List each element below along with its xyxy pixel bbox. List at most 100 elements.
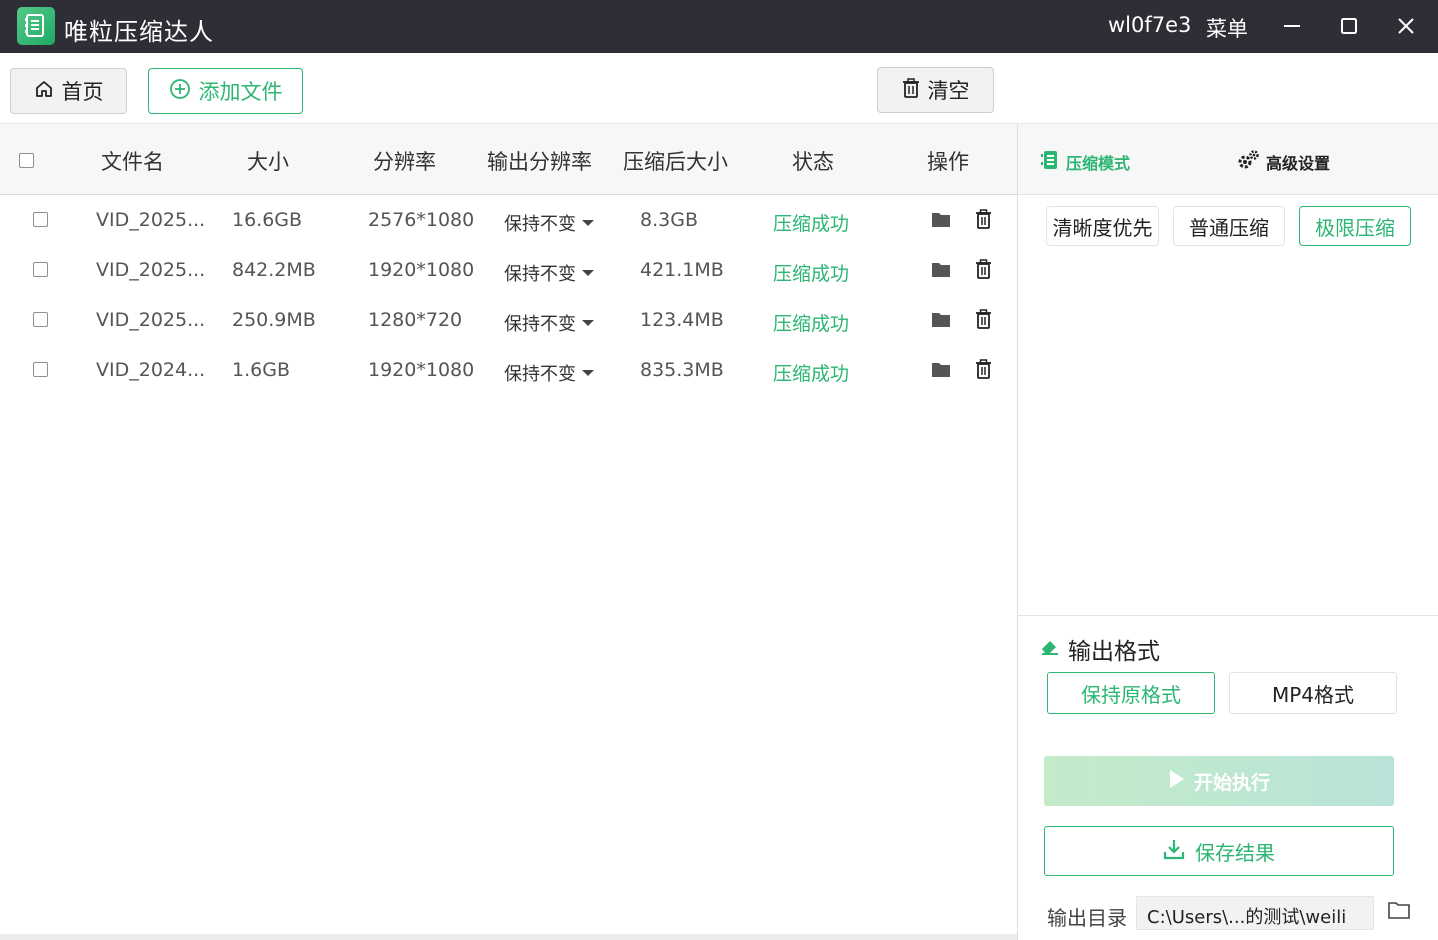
delete-icon[interactable] — [972, 258, 994, 280]
output-resolution-select[interactable]: 保持不变 — [504, 260, 594, 286]
clear-button[interactable]: 清空 — [877, 67, 994, 113]
eraser-icon — [1040, 636, 1060, 662]
output-resolution-select[interactable]: 保持不变 — [504, 360, 594, 386]
save-label: 保存结果 — [1195, 840, 1275, 865]
start-label: 开始执行 — [1193, 771, 1270, 794]
table-row[interactable]: VID_2025... 250.9MB 1280*720 保持不变 123.4M… — [0, 296, 1017, 346]
output-format-label: 输出格式 — [1068, 639, 1160, 665]
status-text: 压缩成功 — [773, 213, 850, 235]
output-format-title: 输出格式 — [1040, 632, 1160, 666]
start-button[interactable]: 开始执行 — [1044, 756, 1394, 806]
gears-icon — [1236, 149, 1260, 175]
header-ops: 操作 — [927, 150, 969, 174]
download-icon — [1163, 838, 1185, 865]
header-size[interactable]: 大小 — [247, 146, 289, 176]
horizontal-scrollbar[interactable] — [0, 934, 1017, 940]
delete-icon[interactable] — [972, 208, 994, 230]
app-title: 唯粒压缩达人 — [64, 18, 214, 46]
file-name: VID_2025... — [96, 209, 206, 231]
home-icon — [34, 79, 54, 104]
delete-icon[interactable] — [972, 358, 994, 380]
output-resolution-value: 保持不变 — [504, 314, 576, 335]
status-text: 压缩成功 — [773, 313, 850, 335]
maximize-icon[interactable] — [1333, 10, 1365, 42]
row-checkbox[interactable] — [33, 312, 48, 327]
toolbar: 首页 添加文件 清空 — [0, 53, 1438, 124]
mode-normal-button[interactable]: 普通压缩 — [1173, 206, 1285, 246]
header-resolution[interactable]: 分辨率 — [373, 146, 436, 176]
output-resolution-select[interactable]: 保持不变 — [504, 310, 594, 336]
file-resolution: 1920*1080 — [368, 259, 475, 281]
file-resolution: 2576*1080 — [368, 209, 475, 231]
folder-icon[interactable] — [930, 308, 952, 330]
tab-advanced-settings[interactable]: 高级设置 — [1236, 149, 1330, 175]
file-table: 文件名 大小 分辨率 输出分辨率 压缩后大小 状态 操作 VID_2025...… — [0, 124, 1018, 940]
tab-compress-mode-label: 压缩模式 — [1066, 154, 1131, 173]
caret-down-icon — [582, 220, 594, 226]
play-icon — [1168, 768, 1186, 795]
row-checkbox[interactable] — [33, 212, 48, 227]
file-name: VID_2025... — [96, 259, 206, 281]
header-status[interactable]: 状态 — [792, 146, 834, 176]
clear-label: 清空 — [927, 79, 970, 103]
trash-icon — [902, 77, 920, 103]
add-file-label: 添加文件 — [198, 80, 283, 104]
compressed-size: 835.3MB — [640, 359, 724, 381]
format-mp4-button[interactable]: MP4格式 — [1229, 672, 1397, 714]
output-dir-input[interactable]: C:\Users\...的测试\weili — [1136, 896, 1374, 930]
select-all-checkbox[interactable] — [19, 153, 34, 168]
file-name: VID_2025... — [96, 309, 206, 331]
home-button[interactable]: 首页 — [10, 68, 127, 114]
file-resolution: 1280*720 — [368, 309, 463, 331]
file-size: 16.6GB — [232, 209, 303, 231]
folder-icon[interactable] — [930, 258, 952, 280]
compress-mode-icon — [1040, 149, 1060, 175]
file-resolution: 1920*1080 — [368, 359, 475, 381]
file-size: 1.6GB — [232, 359, 290, 381]
header-output-resolution[interactable]: 输出分辨率 — [487, 146, 592, 176]
user-name[interactable]: wl0f7e3 — [1108, 13, 1191, 37]
file-name: VID_2024... — [96, 359, 206, 381]
caret-down-icon — [582, 320, 594, 326]
home-button-label: 首页 — [61, 80, 104, 104]
status-text: 压缩成功 — [773, 363, 850, 385]
mode-clarity-first-button[interactable]: 清晰度优先 — [1046, 206, 1159, 246]
delete-icon[interactable] — [972, 308, 994, 330]
folder-icon[interactable] — [930, 208, 952, 230]
caret-down-icon — [582, 370, 594, 376]
output-resolution-value: 保持不变 — [504, 264, 576, 285]
table-row[interactable]: VID_2024... 1.6GB 1920*1080 保持不变 835.3MB… — [0, 346, 1017, 396]
folder-icon[interactable] — [930, 358, 952, 380]
tab-advanced-label: 高级设置 — [1266, 154, 1331, 173]
minimize-icon[interactable] — [1276, 10, 1308, 42]
compressed-size: 123.4MB — [640, 309, 724, 331]
add-file-button[interactable]: 添加文件 — [148, 68, 303, 114]
file-size: 842.2MB — [232, 259, 316, 281]
menu-button[interactable]: 菜单 — [1206, 13, 1248, 43]
compressed-size: 421.1MB — [640, 259, 724, 281]
save-result-button[interactable]: 保存结果 — [1044, 826, 1394, 876]
output-resolution-value: 保持不变 — [504, 364, 576, 385]
tab-compress-mode[interactable]: 压缩模式 — [1040, 149, 1130, 175]
output-resolution-select[interactable]: 保持不变 — [504, 210, 594, 236]
compressed-size: 8.3GB — [640, 209, 698, 231]
header-name[interactable]: 文件名 — [101, 146, 164, 176]
table-header: 文件名 大小 分辨率 输出分辨率 压缩后大小 状态 操作 — [0, 124, 1017, 195]
table-row[interactable]: VID_2025... 16.6GB 2576*1080 保持不变 8.3GB … — [0, 196, 1017, 246]
header-compressed-size[interactable]: 压缩后大小 — [623, 146, 728, 176]
format-keep-original-button[interactable]: 保持原格式 — [1047, 672, 1215, 714]
add-circle-icon — [169, 78, 191, 105]
table-row[interactable]: VID_2025... 842.2MB 1920*1080 保持不变 421.1… — [0, 246, 1017, 296]
output-resolution-value: 保持不变 — [504, 214, 576, 235]
mode-extreme-button[interactable]: 极限压缩 — [1299, 206, 1411, 246]
title-bar: 唯粒压缩达人 wl0f7e3 菜单 — [0, 0, 1438, 53]
settings-panel: 压缩模式 高级设置 清晰度优先 普通压缩 极限压缩 输出格式 保持原格式 MP4… — [1018, 124, 1438, 940]
row-checkbox[interactable] — [33, 362, 48, 377]
browse-folder-icon[interactable] — [1388, 901, 1412, 925]
panel-tabs: 压缩模式 高级设置 — [1018, 124, 1438, 195]
row-checkbox[interactable] — [33, 262, 48, 277]
caret-down-icon — [582, 270, 594, 276]
status-text: 压缩成功 — [773, 263, 850, 285]
close-icon[interactable] — [1390, 10, 1422, 42]
output-dir-label: 输出目录 — [1047, 906, 1127, 930]
